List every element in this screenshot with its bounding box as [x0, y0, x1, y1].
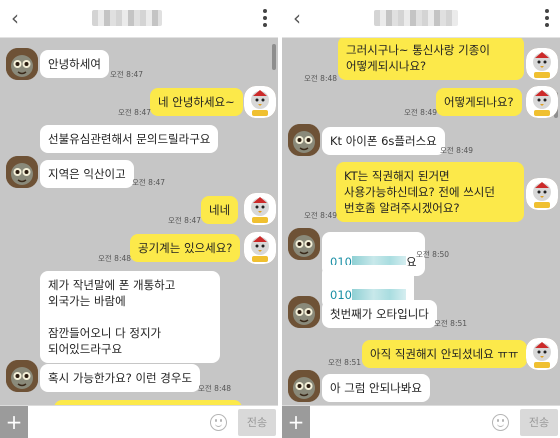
contact-avatar[interactable] [6, 48, 38, 80]
back-arrow-icon[interactable]: ‹ [288, 6, 306, 30]
message-input[interactable] [32, 410, 202, 435]
more-options-icon[interactable] [544, 9, 550, 29]
message-time: 오전 8:49 [440, 146, 474, 155]
scrollbar[interactable] [272, 44, 276, 70]
message-bubble-incoming: 안녕하세여 [40, 50, 109, 78]
contact-avatar[interactable] [288, 296, 320, 328]
user-avatar[interactable] [526, 48, 558, 80]
message-time: 오전 8:51 [434, 319, 468, 328]
message-list[interactable]: 안녕하세여 오전 8:47 네 안녕하세요~ 오전 8:47 선불유심관련해서 … [0, 38, 278, 405]
back-arrow-icon[interactable]: ‹ [6, 6, 24, 30]
chat-header: ‹ [282, 0, 560, 38]
contact-avatar[interactable] [6, 360, 38, 392]
message-bubble-outgoing: 네네 [201, 196, 239, 224]
contact-avatar[interactable] [288, 124, 320, 156]
message-bubble-incoming: 제가 작년말에 폰 개통하고 외국가는 바람에 잠깐들어오니 다 정지가 되어있… [40, 271, 220, 363]
emoji-icon[interactable] [210, 414, 227, 431]
user-avatar[interactable] [244, 86, 276, 118]
more-options-icon[interactable] [262, 9, 268, 29]
user-avatar[interactable] [526, 178, 558, 210]
message-time: 오전 8:47 [168, 216, 202, 225]
user-avatar[interactable] [244, 193, 276, 225]
message-time: 오전 8:50 [416, 250, 450, 259]
message-list[interactable]: 그러시구나~ 통신사랑 기종이 어떻게되시나요? 오전 8:48 어떻게되나요?… [282, 38, 560, 405]
message-time: 오전 8:51 [328, 358, 362, 367]
message-bubble-outgoing: 아직 직권해지 안되셨네요 ㅠㅠ [362, 340, 527, 368]
send-button[interactable]: 전송 [238, 409, 276, 436]
message-bubble-outgoing: 어떻게되나요? [436, 88, 522, 116]
chat-header: ‹ [0, 0, 278, 38]
message-bubble-incoming: 선불유심관련해서 문의드릴라구요 [40, 125, 219, 153]
message-bubble-incoming: 혹시 가능한가요? 이런 경우도 [40, 364, 201, 392]
message-time: 오전 8:47 [118, 108, 152, 117]
message-bubble-incoming: 아 그럼 안되나봐요 [322, 374, 430, 402]
message-bubble-incoming: 지역은 익산이고 [40, 160, 134, 188]
message-time: 오전 8:48 [98, 254, 132, 263]
contact-avatar[interactable] [288, 228, 320, 260]
message-composer: + 전송 [282, 405, 560, 438]
message-bubble-outgoing: KT는 직권해지 된거면 사용가능하신데요? 전에 쓰시던 번호좀 알려주시겠어… [336, 162, 524, 222]
user-avatar[interactable] [244, 232, 276, 264]
message-time: 오전 8:49 [404, 108, 438, 117]
message-bubble-outgoing: 공기계는 있으세요? [130, 234, 241, 262]
message-composer: + 전송 [0, 405, 278, 438]
message-bubble-outgoing: 그러시구나~ 통신사랑 기종이 어떻게되시나요? [338, 38, 524, 80]
emoji-icon[interactable] [492, 414, 509, 431]
send-button[interactable]: 전송 [520, 409, 558, 436]
message-time: 오전 8:48 [198, 384, 232, 393]
message-time: 오전 8:47 [132, 178, 166, 187]
chat-screen-left: ‹ 안녕하세여 오전 8:47 네 안녕하세요~ 오전 8:47 선불유심관련해… [0, 0, 278, 438]
chat-title-blurred [374, 10, 458, 26]
message-bubble-incoming: 첫번째가 오타입니다 [322, 300, 437, 328]
message-time: 오전 8:47 [110, 70, 144, 79]
message-input[interactable] [314, 410, 484, 435]
message-time: 오전 8:49 [304, 211, 338, 220]
message-bubble-incoming: Kt 아이폰 6s플러스요 [322, 127, 445, 155]
user-avatar[interactable] [526, 338, 558, 370]
contact-avatar[interactable] [6, 156, 38, 188]
add-attachment-button[interactable]: + [0, 406, 28, 438]
chat-screen-right: ‹ 그러시구나~ 통신사랑 기종이 어떻게되시나요? 오전 8:48 어떻게되나… [282, 0, 560, 438]
contact-avatar[interactable] [288, 370, 320, 402]
message-time: 오전 8:48 [304, 74, 338, 83]
user-avatar[interactable] [526, 86, 558, 118]
chat-title-blurred [92, 10, 162, 26]
add-attachment-button[interactable]: + [282, 406, 310, 438]
message-bubble-outgoing: 네 안녕하세요~ [150, 88, 243, 116]
